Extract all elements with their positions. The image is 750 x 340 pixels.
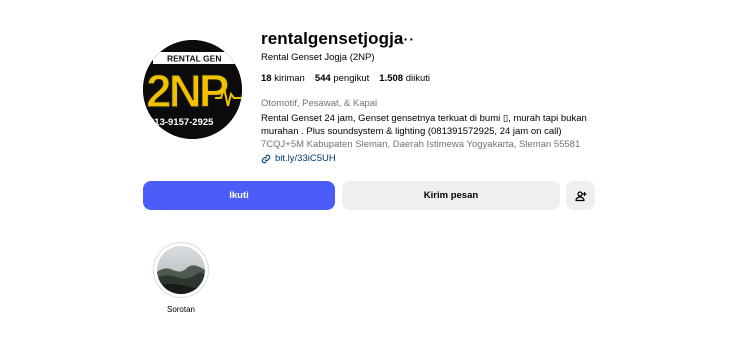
avatar-banner-text: RENTAL GEN <box>167 54 221 64</box>
highlight-image <box>157 246 205 294</box>
more-horizontal-icon[interactable]: ··· <box>398 31 415 47</box>
stat-followers[interactable]: 544 pengikut <box>315 73 369 84</box>
followers-count: 544 <box>314 73 331 84</box>
following-label: diikuti <box>405 73 430 84</box>
profile-username: rentalgensetjogja <box>261 29 404 48</box>
profile-full-name: Rental Genset Jogja (2NP) <box>261 52 375 63</box>
following-count: 1.508 <box>379 73 404 84</box>
link-icon <box>261 154 271 163</box>
profile-address[interactable]: 7CQJ+5M Kabupaten Sleman, Daerah Istimew… <box>261 139 580 150</box>
stat-following[interactable]: 1.508 diikuti <box>379 73 430 84</box>
highlight-item[interactable]: Sorotan <box>152 242 210 314</box>
message-button[interactable]: Kirim pesan <box>342 181 560 210</box>
posts-label: kiriman <box>274 73 305 84</box>
profile-stats: 18 kiriman 544 pengikut 1.508 diikuti <box>261 73 430 84</box>
profile-page: RENTAL GEN 2NP 813-9157-2925 rentalgense… <box>0 0 750 340</box>
highlight-ring <box>153 242 209 298</box>
avatar-logo: RENTAL GEN 2NP 813-9157-2925 <box>143 40 242 139</box>
avatar-phone-text: 813-9157-2925 <box>149 117 214 128</box>
follow-button[interactable]: Ikuti <box>143 181 335 210</box>
profile-bio: Rental Genset 24 jam, Genset gensetnya t… <box>261 113 587 137</box>
profile-link-text: bit.ly/33iC5UH <box>275 153 336 164</box>
avatar-brand-text: 2NP <box>146 65 229 117</box>
profile-avatar[interactable]: RENTAL GEN 2NP 813-9157-2925 <box>143 40 242 139</box>
highlight-label: Sorotan <box>166 305 196 314</box>
profile-category: Otomotif, Pesawat, & Kapal <box>261 98 378 109</box>
profile-link[interactable]: bit.ly/33iC5UH <box>261 153 336 164</box>
add-user-icon <box>574 190 587 201</box>
stat-posts: 18 kiriman <box>261 73 305 84</box>
posts-count: 18 <box>261 73 272 84</box>
suggest-users-button[interactable] <box>566 181 595 210</box>
followers-label: pengikut <box>333 73 370 84</box>
